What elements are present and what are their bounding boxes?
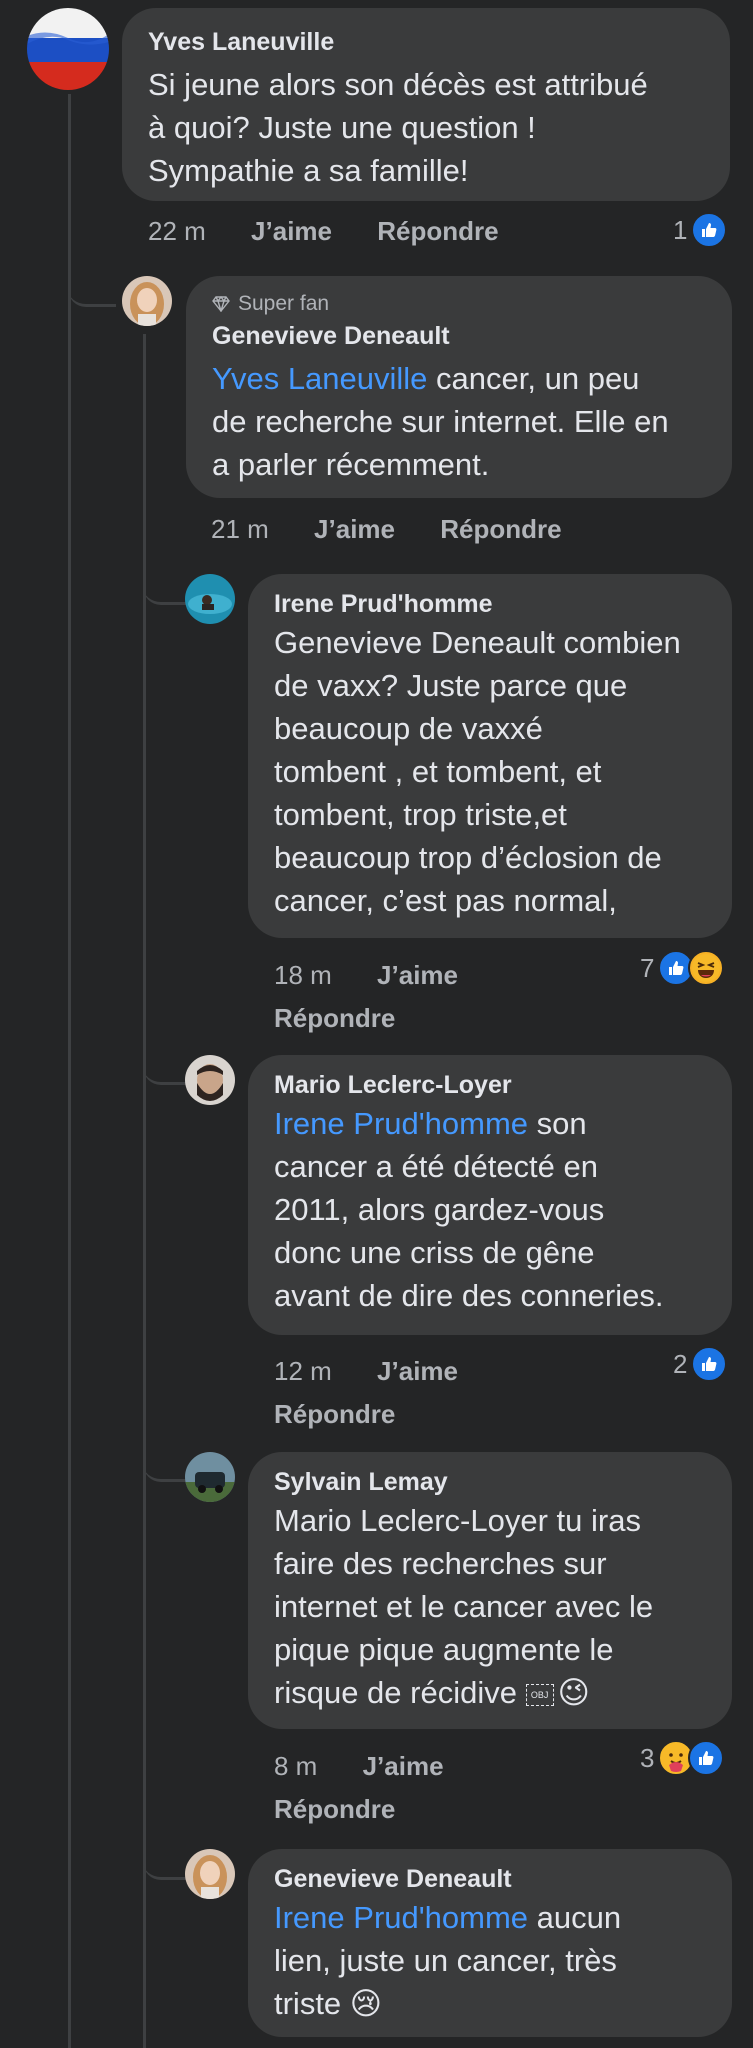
- avatar[interactable]: [185, 574, 235, 624]
- comment-text: Irene Prud'homme son cancer a été détect…: [274, 1102, 706, 1317]
- comment-time[interactable]: 8 m: [274, 1751, 317, 1781]
- russian-flag-avatar-icon: [27, 8, 109, 90]
- comment-bubble: Mario Leclerc-Loyer Irene Prud'homme son…: [248, 1055, 732, 1335]
- thread-line-main: [68, 94, 71, 2048]
- comment-actions: 12 m J’aime Répondre: [274, 1350, 458, 1436]
- comment-bubble: Yves Laneuville Si jeune alors son décès…: [122, 8, 730, 201]
- comment-text: Yves Laneuville cancer, un peu de recher…: [212, 357, 706, 486]
- comment-bubble: Genevieve Deneault Irene Prud'homme aucu…: [248, 1849, 732, 2037]
- like-button[interactable]: J’aime: [314, 514, 395, 544]
- wink-emoji: 😉: [557, 1675, 590, 1710]
- reaction-count: 2: [673, 1348, 688, 1379]
- comment-text: Si jeune alors son décès est attribué à …: [148, 67, 648, 188]
- avatar[interactable]: [185, 1452, 235, 1502]
- crying-emoji: 😢: [349, 1986, 383, 2021]
- comment-text-body: Mario Leclerc-Loyer tu iras faire des re…: [274, 1503, 654, 1710]
- comment-text: Mario Leclerc-Loyer tu iras faire des re…: [274, 1499, 706, 1714]
- like-reaction-icon: [691, 1346, 728, 1382]
- reaction-summary[interactable]: 1: [673, 212, 728, 248]
- super-fan-badge: Super fan: [212, 292, 706, 316]
- reply-button[interactable]: Répondre: [377, 216, 498, 246]
- like-button[interactable]: J’aime: [377, 960, 458, 990]
- comment-actions: 21 m J’aime Répondre: [211, 514, 562, 545]
- comment-text: Genevieve Deneault combien de vaxx? Just…: [274, 625, 681, 918]
- reply-button[interactable]: Répondre: [274, 1794, 395, 1824]
- avatar[interactable]: [185, 1849, 235, 1899]
- haha-reaction-icon: [688, 950, 725, 986]
- avatar[interactable]: [122, 276, 172, 326]
- comment-text: Irene Prud'homme aucun lien, juste un ca…: [274, 1896, 706, 2025]
- mention-link[interactable]: Irene Prud'homme: [274, 1106, 528, 1141]
- profile-photo-icon: [185, 1849, 235, 1899]
- comment-author[interactable]: Irene Prud'homme: [274, 590, 706, 619]
- mention-link[interactable]: Irene Prud'homme: [274, 1900, 528, 1935]
- comment-bubble: Irene Prud'homme Genevieve Deneault comb…: [248, 574, 732, 938]
- like-button[interactable]: J’aime: [363, 1751, 444, 1781]
- comment-actions: 18 m J’aime Répondre: [274, 954, 458, 1040]
- reply-button[interactable]: Répondre: [274, 1399, 395, 1429]
- reaction-count: 1: [673, 214, 688, 245]
- reaction-summary[interactable]: 3: [640, 1740, 725, 1776]
- unknown-glyph-icon: OBJ: [525, 1683, 554, 1706]
- thread-connector: [143, 1835, 187, 1880]
- reply-button[interactable]: Répondre: [274, 1003, 395, 1033]
- profile-photo-icon: [185, 1452, 235, 1502]
- comment-time[interactable]: 18 m: [274, 960, 332, 990]
- profile-photo-icon: [185, 1055, 235, 1105]
- like-button[interactable]: J’aime: [251, 216, 332, 246]
- thread-connector: [143, 1437, 187, 1482]
- reaction-count: 7: [640, 952, 655, 983]
- comment-time[interactable]: 22 m: [148, 216, 206, 246]
- like-reaction-icon: [688, 1740, 725, 1776]
- comment-time[interactable]: 21 m: [211, 514, 269, 544]
- avatar[interactable]: [185, 1055, 235, 1105]
- mention-link[interactable]: Yves Laneuville: [212, 361, 427, 396]
- reaction-summary[interactable]: 7: [640, 950, 725, 986]
- diamond-icon: [212, 296, 230, 312]
- profile-photo-icon: [122, 276, 172, 326]
- comment-author[interactable]: Genevieve Deneault: [274, 1865, 706, 1894]
- avatar[interactable]: [27, 8, 109, 90]
- reaction-count: 3: [640, 1742, 655, 1773]
- comment-bubble: Sylvain Lemay Mario Leclerc-Loyer tu ira…: [248, 1452, 732, 1729]
- reaction-summary[interactable]: 2: [673, 1346, 728, 1382]
- like-reaction-icon: [691, 212, 728, 248]
- comment-author[interactable]: Genevieve Deneault: [212, 322, 706, 351]
- comment-author[interactable]: Sylvain Lemay: [274, 1468, 706, 1497]
- profile-photo-icon: [185, 574, 235, 624]
- thread-connector: [143, 560, 187, 605]
- reply-button[interactable]: Répondre: [440, 514, 561, 544]
- comment-author[interactable]: Mario Leclerc-Loyer: [274, 1071, 706, 1100]
- super-fan-label: Super fan: [238, 292, 330, 315]
- comment-time[interactable]: 12 m: [274, 1356, 332, 1386]
- like-button[interactable]: J’aime: [377, 1356, 458, 1386]
- comment-actions: 22 m J’aime Répondre: [148, 216, 499, 247]
- comment-actions: 8 m J’aime Répondre: [274, 1745, 444, 1831]
- thread-connector: [68, 262, 116, 307]
- comment-bubble: Super fan Genevieve Deneault Yves Laneuv…: [186, 276, 732, 498]
- thread-connector: [143, 1040, 187, 1085]
- comment-author[interactable]: Yves Laneuville: [148, 28, 704, 57]
